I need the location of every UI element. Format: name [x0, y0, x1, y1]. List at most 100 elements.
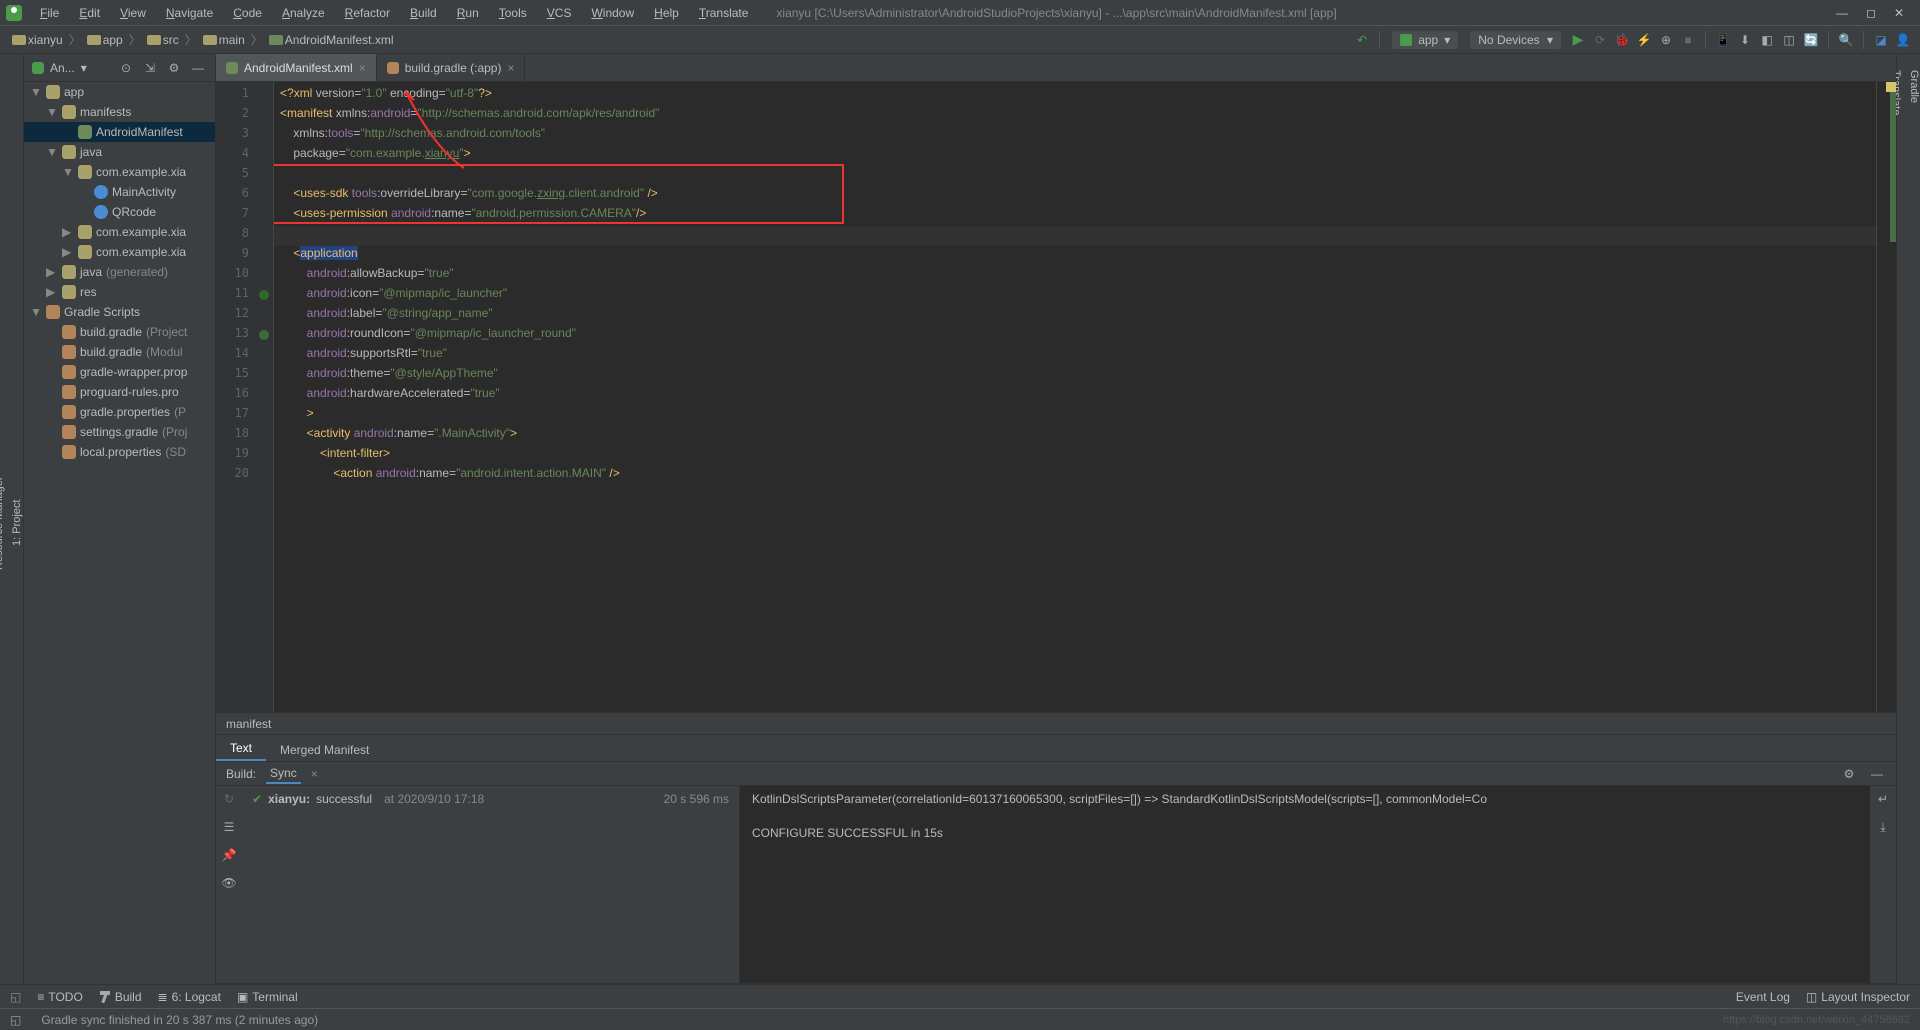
menu-tools[interactable]: Tools	[489, 3, 537, 23]
line-number[interactable]: 11	[216, 286, 273, 306]
line-number[interactable]: 5	[216, 166, 273, 186]
line-number[interactable]: 3	[216, 126, 273, 146]
menu-navigate[interactable]: Navigate	[156, 3, 223, 23]
tree-row[interactable]: ▼java	[24, 142, 215, 162]
code-line[interactable]	[274, 226, 1876, 246]
resource-manager-toolwindow-button[interactable]: Resource Manager	[0, 62, 5, 984]
code-line[interactable]: <uses-sdk tools:overrideLibrary="com.goo…	[274, 186, 1876, 206]
todo-toolwindow-button[interactable]: ≡ TODO	[37, 990, 82, 1004]
code-line[interactable]: <manifest xmlns:android="http://schemas.…	[274, 106, 1876, 126]
editor-breadcrumb[interactable]: manifest	[216, 712, 1896, 734]
code-line[interactable]: android:allowBackup="true"	[274, 266, 1876, 286]
code-line[interactable]: package="com.example.xianyu">	[274, 146, 1876, 166]
project-view-selector[interactable]: An...	[50, 61, 75, 75]
tree-row[interactable]: proguard-rules.pro	[24, 382, 215, 402]
filter-icon[interactable]: ☰	[220, 818, 238, 836]
editor-gutter[interactable]: 1234567891011121314151617181920	[216, 82, 274, 712]
tree-row[interactable]: ▼manifests	[24, 102, 215, 122]
tree-row[interactable]: ▶res	[24, 282, 215, 302]
menu-code[interactable]: Code	[223, 3, 272, 23]
line-number[interactable]: 18	[216, 426, 273, 446]
device-selector[interactable]: No Devices ▾	[1470, 31, 1561, 49]
menu-build[interactable]: Build	[400, 3, 447, 23]
build-toolwindow-button[interactable]: Build	[99, 990, 142, 1004]
tree-arrow-icon[interactable]: ▶	[46, 265, 58, 279]
event-log-button[interactable]: Event Log	[1736, 990, 1790, 1004]
maximize-button[interactable]: ◻	[1866, 6, 1876, 20]
tree-row[interactable]: build.gradle (Modul	[24, 342, 215, 362]
code-line[interactable]: <uses-permission android:name="android.p…	[274, 206, 1876, 226]
breadcrumb-item[interactable]: xianyu	[8, 33, 67, 47]
code-editor[interactable]: <?xml version="1.0" encoding="utf-8"?><m…	[274, 82, 1876, 712]
project-tree[interactable]: ▼app▼manifestsAndroidManifest▼java▼com.e…	[24, 82, 215, 984]
menu-vcs[interactable]: VCS	[537, 3, 582, 23]
gutter-icon-marker[interactable]	[259, 290, 269, 300]
apply-changes-icon[interactable]: ⟳	[1591, 31, 1609, 49]
editor-tab[interactable]: AndroidManifest.xml×	[216, 54, 377, 81]
tree-row[interactable]: MainActivity	[24, 182, 215, 202]
editor-tab[interactable]: build.gradle (:app)×	[377, 54, 526, 81]
debug-button[interactable]: 🐞	[1613, 31, 1631, 49]
gradle-toolwindow-button[interactable]: Gradle	[1908, 62, 1920, 984]
run-button[interactable]: ▶	[1569, 31, 1587, 49]
line-number[interactable]: 10	[216, 266, 273, 286]
code-line[interactable]: <activity android:name=".MainActivity">	[274, 426, 1876, 446]
run-configuration-selector[interactable]: app ▾	[1392, 31, 1458, 49]
pin-icon[interactable]: 📌	[220, 846, 238, 864]
code-line[interactable]: <application	[274, 246, 1876, 266]
tree-arrow-icon[interactable]: ▼	[30, 85, 42, 99]
menu-refactor[interactable]: Refactor	[335, 3, 400, 23]
line-number[interactable]: 19	[216, 446, 273, 466]
breadcrumb-item[interactable]: main	[199, 33, 249, 47]
breadcrumb-item[interactable]: AndroidManifest.xml	[265, 33, 398, 47]
line-number[interactable]: 9	[216, 246, 273, 266]
line-number[interactable]: 6	[216, 186, 273, 206]
hide-panel-icon[interactable]: —	[189, 59, 207, 77]
menu-window[interactable]: Window	[581, 3, 644, 23]
code-line[interactable]: android:supportsRtl="true"	[274, 346, 1876, 366]
tree-row[interactable]: ▶com.example.xia	[24, 242, 215, 262]
line-number[interactable]: 8	[216, 226, 273, 246]
editor-scrollbar[interactable]	[1876, 82, 1896, 712]
breadcrumb-item[interactable]: src	[143, 33, 183, 47]
line-number[interactable]: 1	[216, 86, 273, 106]
tree-arrow-icon[interactable]: ▼	[46, 145, 58, 159]
code-line[interactable]: <intent-filter>	[274, 446, 1876, 466]
code-line[interactable]: <?xml version="1.0" encoding="utf-8"?>	[274, 86, 1876, 106]
logcat-toolwindow-button[interactable]: ≣ 6: Logcat	[158, 990, 221, 1004]
close-tab-icon[interactable]: ×	[311, 767, 318, 781]
menu-file[interactable]: File	[30, 3, 69, 23]
scroll-from-source-icon[interactable]: ⊙	[117, 59, 135, 77]
tree-arrow-icon[interactable]: ▶	[62, 225, 74, 239]
restart-icon[interactable]: ↻	[220, 790, 238, 808]
tree-row[interactable]: build.gradle (Project	[24, 322, 215, 342]
terminal-toolwindow-button[interactable]: ▣ Terminal	[237, 990, 298, 1004]
code-line[interactable]: android:label="@string/app_name"	[274, 306, 1876, 326]
build-tree-row[interactable]: ✔ xianyu: successful at 2020/9/10 17:18 …	[252, 792, 729, 806]
code-line[interactable]: android:hardwareAccelerated="true"	[274, 386, 1876, 406]
build-hide-icon[interactable]: —	[1868, 765, 1886, 783]
line-number[interactable]: 12	[216, 306, 273, 326]
profile-button[interactable]: ⚡	[1635, 31, 1653, 49]
scroll-to-end-icon[interactable]: ⤓	[1874, 818, 1892, 836]
code-line[interactable]: >	[274, 406, 1876, 426]
soft-wrap-icon[interactable]: ↵	[1874, 790, 1892, 808]
line-number[interactable]: 17	[216, 406, 273, 426]
gradle-sync-icon[interactable]: 🔄	[1802, 31, 1820, 49]
build-settings-gear-icon[interactable]: ⚙	[1840, 765, 1858, 783]
line-number[interactable]: 4	[216, 146, 273, 166]
back-arrow-icon[interactable]: ↶	[1353, 31, 1371, 49]
menu-analyze[interactable]: Analyze	[272, 3, 335, 23]
tree-row[interactable]: gradle.properties (P	[24, 402, 215, 422]
line-number[interactable]: 13	[216, 326, 273, 346]
close-tab-icon[interactable]: ×	[359, 61, 366, 75]
line-number[interactable]: 15	[216, 366, 273, 386]
code-line[interactable]: android:roundIcon="@mipmap/ic_launcher_r…	[274, 326, 1876, 346]
close-tab-icon[interactable]: ×	[507, 61, 514, 75]
minimize-button[interactable]: —	[1836, 6, 1848, 20]
tree-row[interactable]: ▼app	[24, 82, 215, 102]
project-toolwindow-button[interactable]: 1: Project	[11, 62, 23, 984]
breadcrumb-item[interactable]: app	[83, 33, 127, 47]
code-line[interactable]: xmlns:tools="http://schemas.android.com/…	[274, 126, 1876, 146]
close-window-button[interactable]: ✕	[1894, 6, 1904, 20]
